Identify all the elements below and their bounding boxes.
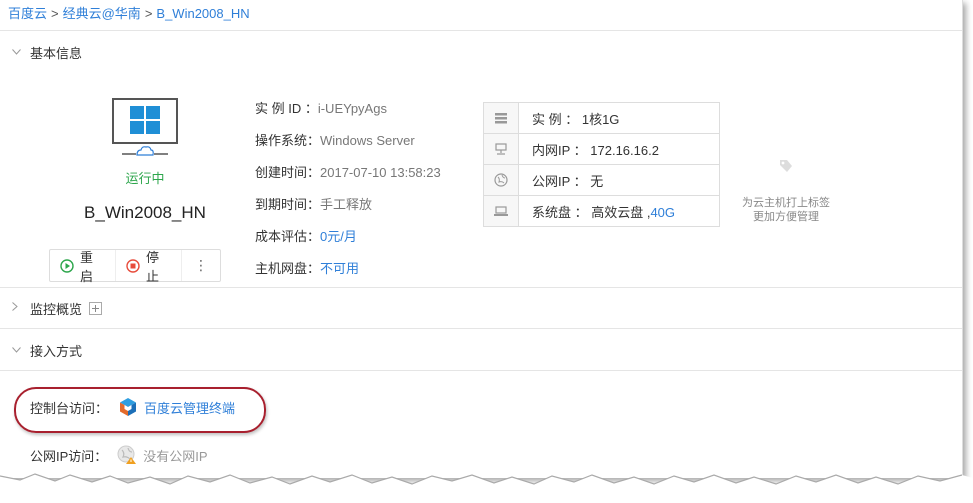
info-label: 创建时间： — [255, 165, 321, 180]
spec-row-public-ip: 公网IP ： 无 — [484, 164, 719, 195]
breadcrumb-item-baiduyun[interactable]: 百度云 — [8, 6, 47, 21]
instance-name: B_Win2008_HN — [84, 203, 206, 222]
info-label: 到期时间： — [255, 197, 321, 212]
globe-icon — [484, 165, 519, 195]
tag-icon — [734, 158, 838, 178]
info-value: 2017-07-10 13:58:23 — [320, 165, 441, 180]
instance-status: 运行中 — [125, 171, 165, 186]
play-circle-icon — [60, 258, 74, 273]
disk-size: 40G — [650, 204, 676, 220]
tag-tip-line2: 更加方便管理 — [753, 211, 819, 223]
restart-button[interactable]: 重启 — [50, 250, 115, 284]
section-access-header[interactable]: 接入方式 — [0, 328, 962, 371]
cost-estimate-link[interactable]: 0元/月 — [320, 229, 357, 244]
info-row-created: 创建时间：2017-07-10 13:58:23 — [255, 162, 441, 194]
chevron-down-icon — [12, 46, 24, 58]
restart-label: 重启 — [80, 249, 94, 284]
info-value: 手工释放 — [320, 197, 373, 212]
globe-warning-icon — [117, 445, 137, 465]
spec-table: 实 例 ： 1核1G 内网IP ： 172.16.16.2 公网IP ： 无 系… — [483, 102, 720, 227]
windows-monitor-icon — [112, 98, 178, 156]
spec-row-instance: 实 例 ： 1核1G — [484, 103, 719, 133]
spec-text: 内网IP ： 172.16.16.2 — [532, 142, 659, 158]
breadcrumb-item-instance[interactable]: B_Win2008_HN — [156, 6, 249, 21]
info-label: 操作系统： — [255, 133, 321, 148]
stop-button[interactable]: 停止 — [115, 250, 181, 284]
breadcrumb-separator: > — [144, 6, 153, 21]
info-row-id: 实 例 ID ：i-UEYpyAgs — [255, 98, 441, 130]
instance-detail-panel: 百度云 > 经典云@华南 > B_Win2008_HN 基本信息 运行中 B_Win20… — [0, 0, 963, 478]
add-tag-tip[interactable]: 为云主机打上标签 更加方便管理 — [734, 158, 838, 224]
section-basic-info-title: 基本信息 — [30, 45, 83, 61]
lan-icon — [484, 134, 519, 164]
info-label: 实 例 ID ： — [255, 101, 318, 116]
section-monitor-header[interactable]: 监控概览 — [0, 287, 962, 328]
expand-plus-icon[interactable] — [89, 301, 103, 315]
more-icon: ⋮ — [194, 257, 208, 273]
info-row-expire: 到期时间：手工释放 — [255, 194, 441, 226]
info-row-os: 操作系统：Windows Server — [255, 130, 441, 162]
breadcrumb: 百度云 > 经典云@华南 > B_Win2008_HN — [8, 3, 250, 22]
more-actions-button[interactable]: ⋮ — [181, 250, 220, 281]
instance-info-list: 实 例 ID ：i-UEYpyAgs 操作系统：Windows Server 创… — [255, 98, 441, 290]
breadcrumb-separator: > — [51, 6, 59, 21]
stop-circle-icon — [126, 258, 140, 273]
stop-label: 停止 — [146, 249, 160, 284]
spec-row-system-disk: 系统盘 ： 高效云盘 ,40G — [484, 195, 719, 226]
highlight-annotation — [14, 387, 266, 433]
public-ip-access-value: 没有公网IP — [143, 448, 208, 464]
spec-text: 公网IP ： 无 — [532, 173, 604, 189]
torn-edge-decoration — [0, 473, 973, 503]
spec-text: 实 例 ： 1核1G — [532, 111, 620, 127]
info-value: Windows Server — [320, 133, 415, 148]
tag-tip-line1: 为云主机打上标签 — [742, 197, 830, 209]
spec-row-private-ip: 内网IP ： 172.16.16.2 — [484, 133, 719, 164]
info-row-cost: 成本评估：0元/月 — [255, 226, 441, 258]
public-ip-access-row: 公网IP访问： 没有公网IP — [30, 445, 208, 465]
spec-text: 系统盘 ： 高效云盘 ,40G — [519, 202, 675, 221]
section-monitor-title: 监控概览 — [30, 301, 83, 317]
section-access-title: 接入方式 — [30, 343, 83, 359]
instance-action-group: 重启 停止 ⋮ — [49, 249, 221, 284]
netdisk-link[interactable]: 不可用 — [320, 261, 359, 276]
chevron-down-icon — [12, 344, 24, 356]
info-label: 成本评估： — [255, 229, 321, 244]
info-row-netdisk: 主机网盘：不可用 — [255, 258, 441, 290]
disk-icon — [484, 196, 519, 226]
spec-text-main: 系统盘 ： 高效云盘 , — [532, 204, 651, 220]
public-ip-access-label: 公网IP访问： — [30, 448, 108, 464]
chevron-right-icon — [12, 302, 24, 314]
info-value: i-UEYpyAgs — [317, 101, 387, 116]
server-icon — [484, 103, 519, 133]
section-basic-info-header[interactable]: 基本信息 — [0, 30, 962, 73]
breadcrumb-item-region[interactable]: 经典云@华南 — [63, 6, 141, 21]
instance-card: 运行中 B_Win2008_HN — [55, 98, 235, 223]
info-label: 主机网盘： — [255, 261, 321, 276]
